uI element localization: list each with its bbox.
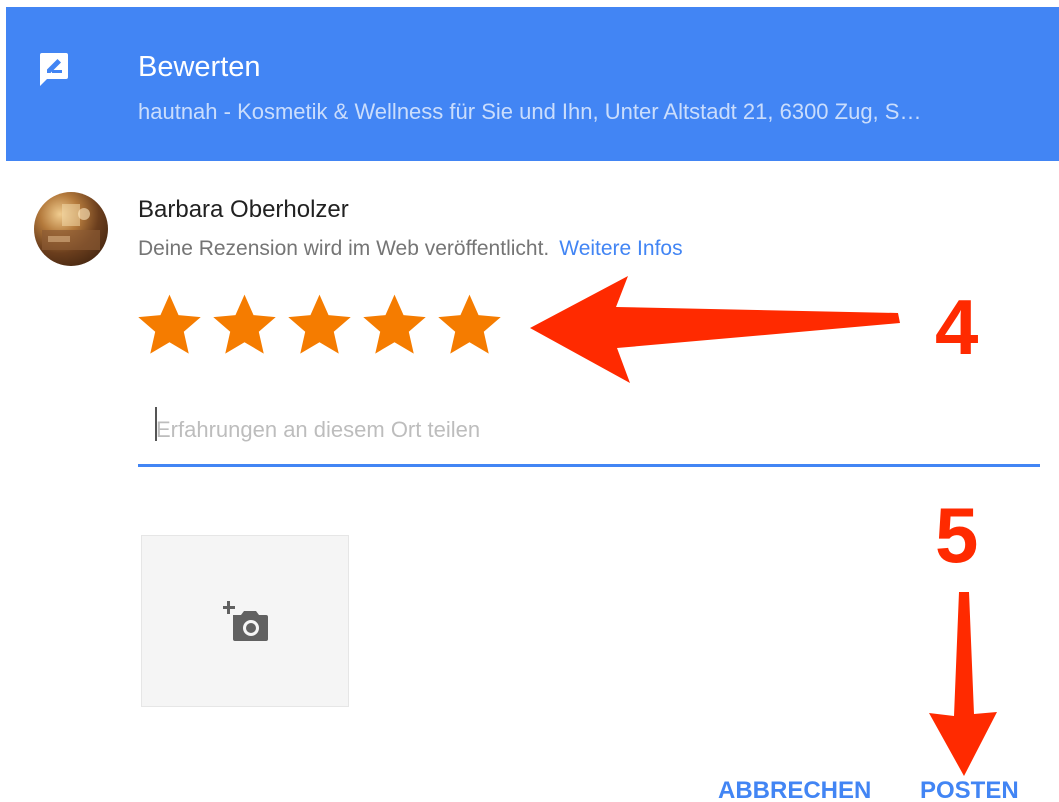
publish-notice: Deine Rezension wird im Web veröffentlic… — [138, 234, 683, 264]
star-1-icon[interactable] — [134, 290, 205, 360]
arrow-to-post-icon — [929, 592, 997, 776]
text-cursor — [155, 407, 157, 441]
arrow-to-stars-icon — [530, 276, 900, 383]
post-button[interactable]: POSTEN — [920, 774, 1019, 802]
rate-review-icon — [40, 53, 68, 86]
publish-notice-text: Deine Rezension wird im Web veröffentlic… — [138, 237, 550, 260]
user-name: Barbara Oberholzer — [138, 196, 349, 223]
add-photo-icon — [223, 601, 268, 641]
star-rating[interactable] — [134, 290, 505, 360]
star-3-icon[interactable] — [284, 290, 355, 360]
star-5-icon[interactable] — [434, 290, 505, 360]
cancel-button[interactable]: ABBRECHEN — [718, 774, 871, 802]
dialog-header: Bewerten hautnah - Kosmetik & Wellness f… — [6, 7, 1059, 161]
annotation-step-4: 4 — [935, 283, 979, 371]
more-info-link[interactable]: Weitere Infos — [559, 237, 682, 260]
input-underline — [138, 464, 1040, 467]
avatar — [34, 192, 108, 266]
add-photo-button[interactable] — [141, 535, 349, 707]
annotation-step-5: 5 — [935, 491, 979, 579]
dialog-title: Bewerten — [138, 51, 261, 83]
place-address: hautnah - Kosmetik & Wellness für Sie un… — [138, 99, 922, 124]
star-4-icon[interactable] — [359, 290, 430, 360]
review-text-input[interactable] — [138, 398, 1040, 462]
star-2-icon[interactable] — [209, 290, 280, 360]
review-dialog: Bewerten hautnah - Kosmetik & Wellness f… — [0, 0, 1059, 802]
